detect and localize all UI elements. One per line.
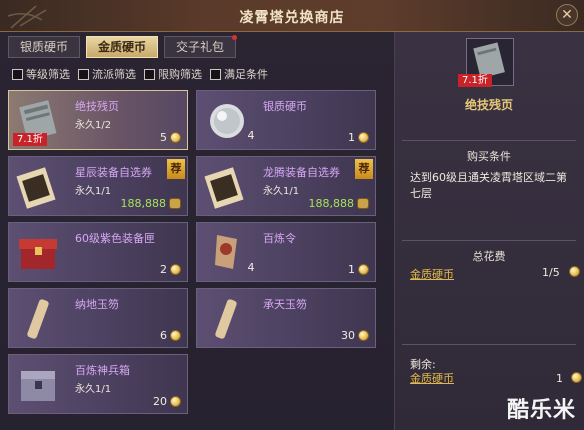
purchase-limit: 永久1/1 [263, 186, 300, 197]
filter-label: 满足条件 [224, 68, 268, 81]
ticket-icon [357, 198, 369, 209]
item-price: 5 [160, 131, 181, 144]
gold-coin-icon [170, 132, 181, 143]
cost-currency-link[interactable]: 金质硬币 [410, 266, 454, 282]
item-name: 承天玉笏 [263, 298, 307, 311]
condition-text: 达到60级且通关凌霄塔区域二第七层 [410, 171, 567, 200]
remain-value: 1 [556, 372, 563, 385]
item-card[interactable]: 4 银质硬币 1 [196, 90, 376, 150]
gold-coin-icon [358, 132, 369, 143]
filter-level[interactable]: 等级筛选 [12, 66, 70, 82]
filter-limit[interactable]: 限购筛选 [144, 66, 202, 82]
item-quantity: 4 [247, 129, 255, 142]
filter-label: 限购筛选 [158, 68, 202, 81]
tab-silver-coin[interactable]: 银质硬币 [8, 36, 80, 58]
checkbox-icon[interactable] [78, 68, 89, 80]
item-name: 星辰装备自选券 [75, 166, 152, 179]
gold-coin-icon [569, 266, 580, 277]
divider [402, 140, 576, 141]
filter-label: 等级筛选 [26, 68, 70, 81]
gold-coin-icon [358, 264, 369, 275]
item-card[interactable]: 荐 龙腾装备自选券 永久1/1 188,888 [196, 156, 376, 216]
filter-condition[interactable]: 满足条件 [210, 66, 268, 82]
item-card[interactable]: 4 百炼令 1 [196, 222, 376, 282]
checkbox-icon[interactable] [144, 68, 155, 80]
voucher-icon [16, 167, 56, 209]
item-name: 绝技残页 [75, 100, 119, 113]
checkbox-icon[interactable] [210, 68, 221, 80]
item-card[interactable]: 60级紫色装备匣 2 [8, 222, 188, 282]
tab-label: 交子礼包 [175, 40, 224, 54]
tab-gold-coin[interactable]: 金质硬币 [86, 36, 158, 58]
discount-badge: 7.1折 [13, 133, 47, 146]
selected-item-name: 绝技残页 [464, 98, 513, 112]
purchase-limit: 永久1/1 [75, 186, 112, 197]
tab-jiaozi-gift[interactable]: 交子礼包 [164, 35, 237, 58]
item-name: 百炼神兵箱 [75, 364, 130, 377]
notification-dot-icon [232, 35, 237, 40]
gold-coin-icon [170, 264, 181, 275]
condition-title: 购买条件 [467, 150, 511, 163]
item-grid: 7.1折 绝技残页 永久1/2 5 4 银质硬币 1 荐 星辰装备自选券 永久1… [0, 86, 390, 426]
window-title: 凌霄塔兑换商店 [239, 10, 345, 26]
voucher-icon [204, 167, 244, 209]
ticket-icon [169, 198, 181, 209]
cost-value: 1/5 [542, 266, 560, 279]
purchase-limit: 永久1/2 [75, 120, 112, 131]
gold-coin-icon [571, 372, 582, 383]
item-name: 60级紫色装备匣 [75, 232, 155, 245]
cost-title: 总花费 [472, 250, 506, 263]
remain-currency-link[interactable]: 金质硬币 [410, 370, 454, 386]
item-card[interactable]: 承天玉笏 30 [196, 288, 376, 348]
item-price: 1 [348, 131, 369, 144]
chest-icon [19, 239, 57, 269]
item-price: 6 [160, 329, 181, 342]
preview-discount-badge: 7.1折 [458, 74, 492, 87]
item-price: 1 [348, 263, 369, 276]
item-name: 纳地玉笏 [75, 298, 119, 311]
item-quantity: 4 [247, 261, 255, 274]
gold-coin-icon [170, 330, 181, 341]
shop-window: 凌霄塔兑换商店 ✕ 银质硬币 金质硬币 交子礼包 等级筛选 流派筛选 限购筛选 … [0, 0, 584, 430]
item-card[interactable]: 百炼神兵箱 永久1/1 20 [8, 354, 188, 414]
item-card[interactable]: 荐 星辰装备自选券 永久1/1 188,888 [8, 156, 188, 216]
watermark: 酷乐米 [506, 398, 576, 423]
item-price: 188,888 [309, 197, 369, 210]
title-bar: 凌霄塔兑换商店 ✕ [0, 0, 584, 32]
recommend-badge: 荐 [167, 159, 185, 179]
item-card[interactable]: 纳地玉笏 6 [8, 288, 188, 348]
recommend-badge: 荐 [355, 159, 373, 179]
item-price: 188,888 [121, 197, 181, 210]
filter-school[interactable]: 流派筛选 [78, 66, 136, 82]
checkbox-icon[interactable] [12, 68, 23, 80]
item-price: 2 [160, 263, 181, 276]
jade-tablet-icon [27, 299, 49, 339]
divider [402, 344, 576, 345]
gold-coin-icon [170, 396, 181, 407]
item-name: 百炼令 [263, 232, 296, 245]
filter-label: 流派筛选 [92, 68, 136, 81]
item-name: 龙腾装备自选券 [263, 166, 340, 179]
divider [402, 240, 576, 241]
gold-coin-icon [358, 330, 369, 341]
item-name: 银质硬币 [263, 100, 307, 113]
jade-tablet-icon [215, 299, 237, 339]
close-icon[interactable]: ✕ [556, 4, 578, 26]
item-card[interactable]: 7.1折 绝技残页 永久1/2 5 [8, 90, 188, 150]
purchase-limit: 永久1/1 [75, 384, 112, 395]
weapon-box-icon [21, 371, 55, 401]
item-price: 20 [153, 395, 181, 408]
item-price: 30 [341, 329, 369, 342]
